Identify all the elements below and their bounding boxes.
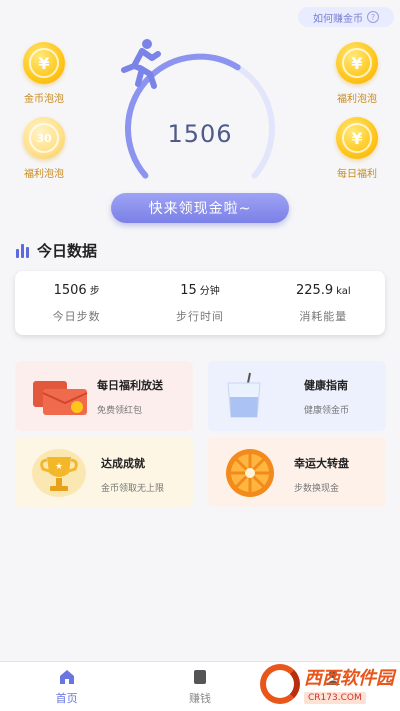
trophy-icon: ★ (32, 449, 86, 497)
stat-walk-time: 15 分钟 步行时间 (138, 271, 261, 335)
svg-text:★: ★ (55, 462, 63, 472)
stat-value: 1506 步 (54, 282, 100, 298)
stat-label: 消耗能量 (299, 309, 348, 323)
red-envelope-icon (33, 381, 88, 415)
water-glass-icon (227, 372, 261, 418)
section-title: 今日数据 (37, 242, 98, 260)
card-subtitle: 步数换现金 (294, 484, 340, 494)
runner-icon (121, 39, 161, 89)
bubble-label: 金币泡泡 (24, 94, 64, 105)
coin-symbol: ¥ (342, 123, 372, 153)
stat-steps: 1506 步 今日步数 (15, 271, 138, 335)
tab-label: 赚钱 (188, 691, 211, 705)
step-ring: 1506 (112, 36, 288, 182)
how-to-earn-label: 如何赚金币 (313, 13, 363, 25)
stat-number: 15 (180, 283, 197, 298)
coin-icon: 30 (23, 117, 65, 159)
tab-earn[interactable]: 赚钱 (133, 662, 266, 711)
question-icon: ? (367, 11, 379, 23)
watermark-logo-icon (260, 664, 300, 704)
card-subtitle: 健康领金币 (304, 406, 350, 416)
home-screen: 如何赚金币 ? ¥ 金币泡泡 30 福利泡泡 ¥ 福利泡泡 ¥ 每日福利 150… (0, 0, 400, 711)
claim-cash-button[interactable]: 快来领现金啦~ (111, 193, 289, 223)
bar-chart-icon (16, 243, 29, 258)
card-title: 达成成就 (101, 457, 145, 470)
today-data-header: 今日数据 (16, 240, 97, 261)
tab-label: 首页 (55, 691, 78, 705)
card-title: 幸运大转盘 (294, 457, 349, 470)
bubble-label: 福利泡泡 (24, 169, 64, 180)
coin-icon: ¥ (336, 42, 378, 84)
bubble-welfare-right[interactable]: ¥ 福利泡泡 (322, 42, 392, 105)
site-watermark: 西西软件园 CR173.COM (260, 664, 394, 704)
stat-value: 225.9 kal (296, 283, 351, 298)
coin-icon: ¥ (23, 42, 65, 84)
stat-label: 今日步数 (52, 310, 101, 323)
coin-symbol: ¥ (342, 48, 372, 78)
card-title: 每日福利放送 (97, 379, 163, 392)
bubble-coin-left-top[interactable]: ¥ 金币泡泡 (9, 42, 79, 105)
stat-unit: 步 (89, 286, 100, 297)
bubble-welfare-left[interactable]: 30 福利泡泡 (9, 117, 79, 180)
watermark-url: CR173.COM (304, 692, 366, 704)
stat-energy: 225.9 kal 消耗能量 (262, 271, 385, 335)
coin-symbol: ¥ (29, 48, 59, 78)
daily-welfare-card[interactable]: 每日福利放送 免费领红包 (15, 361, 193, 431)
home-icon (59, 669, 74, 684)
card-subtitle: 金币领取无上限 (101, 484, 165, 494)
coin-icon: ¥ (336, 117, 378, 159)
how-to-earn-button[interactable]: 如何赚金币 ? (298, 7, 394, 27)
bubble-label: 福利泡泡 (337, 94, 377, 105)
stat-unit: 分钟 (199, 286, 220, 297)
watermark-brand: 西西软件园 (304, 668, 394, 689)
tab-home[interactable]: 首页 (0, 662, 133, 711)
stat-label: 步行时间 (175, 310, 224, 323)
stat-value: 15 分钟 (180, 282, 220, 298)
lucky-wheel-card[interactable]: 幸运大转盘 步数换现金 (208, 437, 386, 507)
achievements-card[interactable]: ★ 达成成就 金币领取无上限 (15, 437, 193, 507)
bubble-daily-welfare[interactable]: ¥ 每日福利 (322, 117, 392, 180)
health-guide-card[interactable]: 健康指南 健康领金币 (208, 361, 386, 431)
today-stats-card: 1506 步 今日步数 15 分钟 步行时间 225.9 kal 消耗能量 (15, 271, 385, 335)
stat-number: 1506 (53, 283, 87, 298)
watermark-text: 西西软件园 CR173.COM (304, 664, 394, 704)
coin-symbol: 30 (29, 123, 59, 153)
bubble-label: 每日福利 (337, 169, 377, 180)
card-title: 健康指南 (304, 379, 348, 392)
stat-number: 225.9 (295, 282, 334, 298)
stat-unit: kal (336, 285, 351, 297)
coin-stack-icon (193, 669, 206, 684)
card-subtitle: 免费领红包 (97, 406, 143, 416)
step-count: 1506 (167, 120, 233, 148)
lucky-wheel-icon (226, 449, 274, 497)
